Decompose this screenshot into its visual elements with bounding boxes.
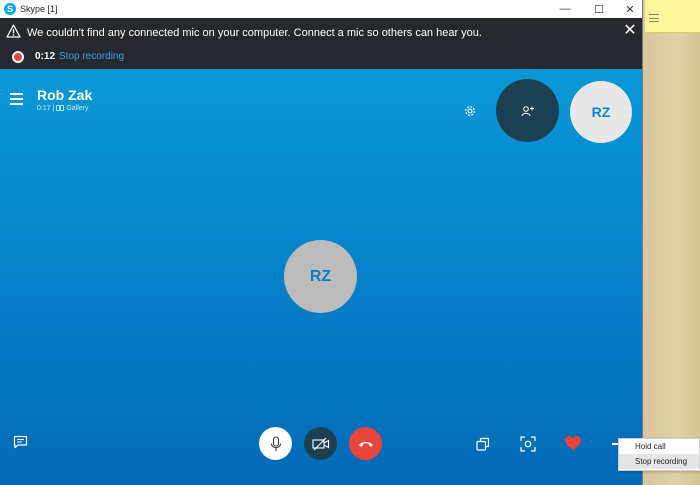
share-screen-icon[interactable]	[476, 437, 490, 451]
participant-avatar: RZ	[284, 240, 357, 313]
mute-button[interactable]	[259, 427, 292, 460]
add-participant-button[interactable]	[496, 79, 559, 142]
mic-warning-banner: We couldn't find any connected mic on yo…	[0, 18, 642, 69]
maximize-button[interactable]: ☐	[582, 0, 616, 18]
desktop-background	[642, 0, 700, 485]
hamburger-menu-icon[interactable]	[10, 93, 23, 105]
gallery-icon	[56, 105, 65, 112]
call-stage: Rob Zak 0:17 | Gallery RZ RZ	[0, 69, 642, 485]
minimize-button[interactable]: —	[548, 0, 582, 18]
menu-item-hold-call[interactable]: Hold call	[619, 439, 699, 454]
close-window-button[interactable]: ✕	[613, 0, 642, 18]
window-title: Skype [1]	[20, 4, 58, 14]
microphone-icon	[270, 435, 281, 451]
heart-icon[interactable]	[564, 435, 582, 451]
dismiss-banner-button[interactable]: ✕	[622, 23, 638, 39]
gear-icon[interactable]	[463, 104, 477, 118]
warning-message: We couldn't find any connected mic on yo…	[27, 27, 482, 39]
add-person-icon	[521, 105, 534, 116]
video-off-icon	[311, 437, 329, 450]
end-call-button[interactable]	[349, 427, 382, 460]
recording-indicator-icon	[12, 51, 24, 63]
snapshot-icon[interactable]	[520, 436, 536, 452]
menu-item-stop-recording[interactable]: Stop recording	[619, 454, 699, 469]
sticky-note[interactable]	[645, 0, 700, 33]
title-bar[interactable]: S Skype [1] — ☐ ✕	[0, 0, 642, 18]
note-menu-icon[interactable]	[649, 14, 659, 22]
call-duration: 0:17	[37, 105, 51, 112]
chat-icon[interactable]	[13, 435, 28, 449]
skype-window: S Skype [1] — ☐ ✕ We couldn't find any c…	[0, 0, 643, 485]
recording-timer: 0:12	[35, 51, 56, 62]
view-mode-label[interactable]: Gallery	[66, 105, 88, 112]
self-video-avatar[interactable]: RZ	[570, 81, 632, 143]
caller-name: Rob Zak	[37, 87, 93, 103]
call-meta: 0:17 | Gallery	[37, 105, 89, 112]
hang-up-icon	[358, 441, 373, 447]
meta-separator: |	[52, 105, 55, 112]
video-toggle-button[interactable]	[304, 427, 337, 460]
stop-recording-link[interactable]: Stop recording	[59, 51, 124, 62]
skype-logo-icon: S	[4, 3, 16, 15]
warning-triangle-icon	[6, 24, 21, 38]
more-options-menu: Hold call Stop recording	[618, 438, 700, 471]
